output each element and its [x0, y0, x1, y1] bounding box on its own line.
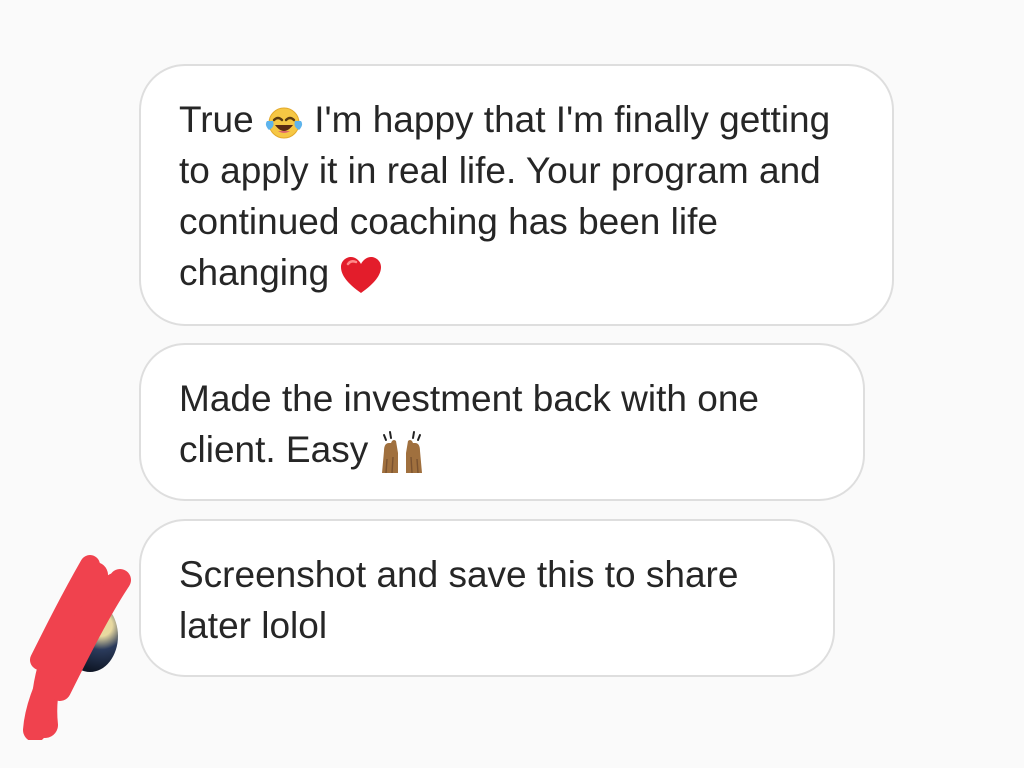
message-bubble-2[interactable]: Made the investment back with one client… [139, 343, 865, 501]
message-thread: True I'm happy that I'm finally getting … [0, 0, 1024, 768]
message-bubble-1[interactable]: True I'm happy that I'm finally getting … [139, 64, 894, 326]
message-text: Made the investment back with one client… [179, 378, 759, 470]
message-text: Screenshot and save this to share later … [179, 554, 739, 646]
message-bubble-3[interactable]: Screenshot and save this to share later … [139, 519, 835, 677]
raising-hands-icon [378, 429, 426, 475]
red-heart-icon [339, 255, 383, 295]
message-text: True [179, 99, 264, 140]
redaction-scribble [23, 555, 131, 740]
face-with-tears-of-joy-icon [264, 104, 304, 140]
